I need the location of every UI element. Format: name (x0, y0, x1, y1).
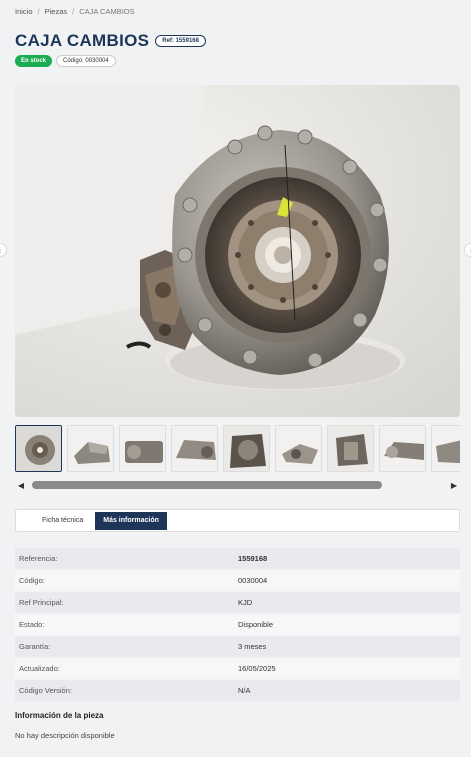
scrollbar-track[interactable] (27, 481, 448, 489)
thumbnail-2[interactable] (67, 425, 114, 472)
spec-label: Código: (19, 576, 45, 585)
table-row: Código: 0030004 (15, 570, 460, 592)
thumbnail-scrollbar[interactable]: ◀ ▶ (15, 478, 460, 492)
spec-label: Garantía: (19, 642, 51, 651)
stock-badge: En stock (15, 55, 53, 67)
thumbnail-4[interactable] (171, 425, 218, 472)
table-row: Referencia: 1559168 (15, 548, 460, 570)
table-row: Garantía: 3 meses (15, 636, 460, 658)
gearbox-photo (15, 85, 460, 417)
chevron-left-icon[interactable]: ‹ (0, 243, 7, 257)
spec-value: KJD (238, 598, 253, 607)
tab-ficha-tecnica[interactable]: Ficha técnica (34, 512, 91, 529)
thumbnail-strip (15, 425, 460, 472)
table-row: Estado: Disponible (15, 614, 460, 636)
scroll-left-icon[interactable]: ◀ (15, 481, 27, 490)
reference-badge: Ref: 1559168 (155, 35, 206, 47)
info-tabs: Ficha técnica Más información (15, 509, 460, 532)
thumbnail-6[interactable] (275, 425, 322, 472)
tab-mas-informacion[interactable]: Más información (95, 511, 167, 530)
scrollbar-thumb[interactable] (32, 481, 382, 489)
breadcrumb-separator: / (37, 7, 40, 16)
spec-label: Ref Principal: (19, 598, 64, 607)
spec-label: Estado: (19, 620, 45, 629)
breadcrumb-parts-link[interactable]: Piezas (45, 7, 68, 16)
table-row: Código Versión: N/A (15, 680, 460, 702)
thumbnail-9[interactable] (431, 425, 460, 472)
scroll-right-icon[interactable]: ▶ (448, 481, 460, 490)
spec-value: 16/05/2025 (238, 664, 276, 673)
spec-label: Código Versión: (19, 686, 72, 695)
page-title: CAJA CAMBIOS (15, 31, 150, 50)
spec-label: Referencia: (19, 554, 58, 563)
breadcrumb: Inicio / Piezas / CAJA CAMBIOS (15, 7, 135, 16)
thumbnail-3[interactable] (119, 425, 166, 472)
table-row: Actualizado: 16/05/2025 (15, 658, 460, 680)
spec-value: N/A (238, 686, 251, 695)
specs-table: Referencia: 1559168 Código: 0030004 Ref … (15, 548, 460, 702)
code-badge: Código: 0030004 (56, 55, 116, 67)
thumbnail-1[interactable] (15, 425, 62, 472)
info-description: No hay descripción disponible (15, 731, 115, 740)
spec-value: 3 meses (238, 642, 267, 651)
status-badges: En stock Código: 0030004 (15, 55, 116, 67)
spec-value: 1559168 (238, 554, 268, 563)
thumbnail-5[interactable] (223, 425, 270, 472)
main-product-image[interactable] (15, 85, 460, 417)
spec-value: Disponible (238, 620, 274, 629)
thumbnail-7[interactable] (327, 425, 374, 472)
thumbnail-8[interactable] (379, 425, 426, 472)
chevron-right-icon[interactable]: › (464, 243, 471, 257)
breadcrumb-separator: / (72, 7, 75, 16)
spec-label: Actualizado: (19, 664, 60, 673)
breadcrumb-home-link[interactable]: Inicio (15, 7, 33, 16)
table-row: Ref Principal: KJD (15, 592, 460, 614)
title-row: CAJA CAMBIOS Ref: 1559168 (15, 31, 206, 51)
spec-value: 0030004 (238, 576, 268, 585)
info-section-title: Información de la pieza (15, 711, 104, 720)
breadcrumb-current: CAJA CAMBIOS (79, 7, 135, 16)
